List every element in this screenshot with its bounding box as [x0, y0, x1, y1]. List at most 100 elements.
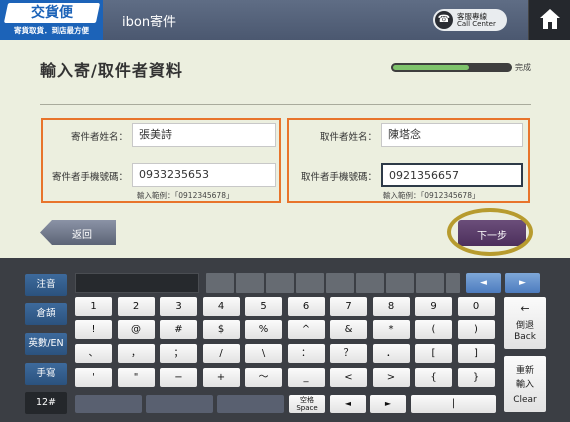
highlight-circle — [447, 208, 533, 256]
header-bar: 交貨便 寄貨取貨．到店最方便 ibon寄件 ☎ 客服專線 Call Center — [0, 0, 570, 40]
char-key[interactable]: [ — [415, 344, 452, 363]
char-key[interactable]: ， — [117, 344, 155, 363]
sender-panel: 寄件者姓名： 張美詩 寄件者手機號碼： 0933235653 輸入範例：「091… — [41, 118, 281, 203]
char-key[interactable]: \ — [245, 344, 282, 363]
char-key[interactable]: / — [202, 344, 240, 363]
clear-label-2: 輸入 — [515, 380, 534, 390]
char-key[interactable]: 8 — [372, 297, 410, 316]
char-key[interactable]: ' — [75, 368, 112, 387]
char-key[interactable]: * — [372, 320, 410, 339]
char-key[interactable]: ： — [287, 344, 325, 363]
call-center-button[interactable]: ☎ 客服專線 Call Center — [433, 9, 507, 31]
char-key[interactable]: + — [202, 368, 240, 387]
receiver-phone-field[interactable]: 0921356657 — [381, 163, 523, 187]
candidate-slot[interactable] — [326, 273, 354, 293]
space-key-label: 空格 — [300, 396, 314, 404]
char-key[interactable]: 6 — [287, 297, 325, 316]
receiver-name-field[interactable]: 陳塔念 — [381, 123, 523, 147]
candidate-prev-button[interactable]: ◄ — [466, 273, 501, 293]
blank-key[interactable] — [217, 395, 284, 413]
home-icon — [540, 9, 560, 29]
char-key[interactable]: ^ — [287, 320, 325, 339]
char-key[interactable]: ？ — [330, 344, 367, 363]
backspace-key[interactable]: ← 倒退 Back — [504, 297, 546, 349]
char-key[interactable]: ； — [160, 344, 197, 363]
char-key[interactable]: ) — [457, 320, 495, 339]
back-button[interactable]: 返回 — [40, 220, 116, 245]
char-key[interactable]: 4 — [202, 297, 240, 316]
receiver-phone-hint: 輸入範例：「0912345678」 — [383, 191, 480, 200]
char-key[interactable]: ( — [415, 320, 452, 339]
mode-zhuyin-key[interactable]: 注音 — [25, 274, 67, 296]
sender-name-label: 寄件者姓名： — [70, 132, 128, 143]
char-key[interactable]: { — [415, 368, 452, 387]
receiver-phone-label: 取件者手機號碼： — [300, 172, 377, 183]
mode-symbols-key[interactable]: 12# — [25, 392, 67, 414]
candidate-slot[interactable] — [236, 273, 264, 293]
char-key[interactable]: 9 — [415, 297, 452, 316]
brand-logo: 交貨便 寄貨取貨．到店最方便 — [0, 0, 103, 40]
char-key[interactable]: & — [330, 320, 367, 339]
call-center-label-en: Call Center — [457, 20, 496, 28]
candidate-slot[interactable] — [206, 273, 234, 293]
char-key[interactable]: ． — [372, 344, 410, 363]
backspace-label-en: Back — [514, 332, 536, 342]
candidate-slot[interactable] — [416, 273, 444, 293]
candidate-slot[interactable] — [356, 273, 384, 293]
blank-key[interactable] — [146, 395, 213, 413]
progress-fill — [393, 65, 469, 70]
cursor-end-key[interactable]: | — [411, 395, 496, 413]
char-key[interactable]: > — [372, 368, 410, 387]
candidate-next-button[interactable]: ► — [505, 273, 540, 293]
mode-cangjie-key[interactable]: 倉頡 — [25, 303, 67, 325]
candidate-slot[interactable] — [266, 273, 294, 293]
candidate-slot[interactable] — [386, 273, 414, 293]
cursor-left-key[interactable]: ◄ — [330, 395, 366, 413]
space-key-label-en: Space — [296, 404, 318, 412]
char-key[interactable]: _ — [287, 368, 325, 387]
candidate-slot[interactable] — [446, 273, 460, 293]
sender-phone-label: 寄件者手機號碼： — [51, 172, 128, 183]
char-key[interactable]: 3 — [160, 297, 197, 316]
char-key[interactable]: ～ — [245, 368, 282, 387]
clear-label-1: 重新 — [515, 366, 534, 376]
receiver-name-label: 取件者姓名： — [319, 132, 377, 143]
mode-english-key[interactable]: 英數/EN — [25, 333, 67, 355]
blank-key[interactable] — [75, 395, 142, 413]
space-key[interactable]: 空格 Space — [289, 395, 325, 413]
char-key[interactable]: 2 — [117, 297, 155, 316]
backspace-label: 倒退 — [515, 321, 534, 331]
candidate-slot[interactable] — [296, 273, 324, 293]
sender-name-field[interactable]: 張美詩 — [132, 123, 276, 147]
backspace-arrow-icon: ← — [520, 302, 530, 315]
char-key[interactable]: $ — [202, 320, 240, 339]
char-key[interactable]: 7 — [330, 297, 367, 316]
onscreen-keyboard: ◄ ► 注音 倉頡 英數/EN 手寫 12# 空格 Space ◄ ► | ← … — [0, 258, 570, 422]
cursor-right-key[interactable]: ► — [370, 395, 406, 413]
keyboard-input-display — [75, 273, 199, 293]
mode-handwriting-key[interactable]: 手寫 — [25, 363, 67, 385]
char-key[interactable]: @ — [117, 320, 155, 339]
char-key[interactable]: ! — [75, 320, 112, 339]
char-key[interactable]: 1 — [75, 297, 112, 316]
char-key[interactable]: } — [457, 368, 495, 387]
progress-label: 完成 — [515, 63, 531, 72]
app-title: ibon寄件 — [122, 15, 177, 30]
char-key[interactable]: ] — [457, 344, 495, 363]
char-key[interactable]: 5 — [245, 297, 282, 316]
char-key[interactable]: < — [330, 368, 367, 387]
char-key[interactable]: " — [117, 368, 155, 387]
home-button[interactable] — [528, 0, 570, 40]
sender-phone-field[interactable]: 0933235653 — [132, 163, 276, 187]
char-key[interactable]: % — [245, 320, 282, 339]
form-area: 輸入寄/取件者資料 完成 寄件者姓名： 張美詩 寄件者手機號碼： 0933235… — [0, 40, 570, 258]
char-key[interactable]: − — [160, 368, 197, 387]
char-key[interactable]: # — [160, 320, 197, 339]
char-key[interactable]: 0 — [457, 297, 495, 316]
logo-wordmark: 交貨便 — [3, 3, 101, 23]
char-key[interactable]: 、 — [75, 344, 112, 363]
phone-icon: ☎ — [435, 11, 453, 29]
clear-key[interactable]: 重新 輸入 Clear — [504, 356, 546, 412]
back-button-label: 返回 — [72, 230, 92, 241]
receiver-panel: 取件者姓名： 陳塔念 取件者手機號碼： 0921356657 輸入範例：「091… — [287, 118, 530, 203]
